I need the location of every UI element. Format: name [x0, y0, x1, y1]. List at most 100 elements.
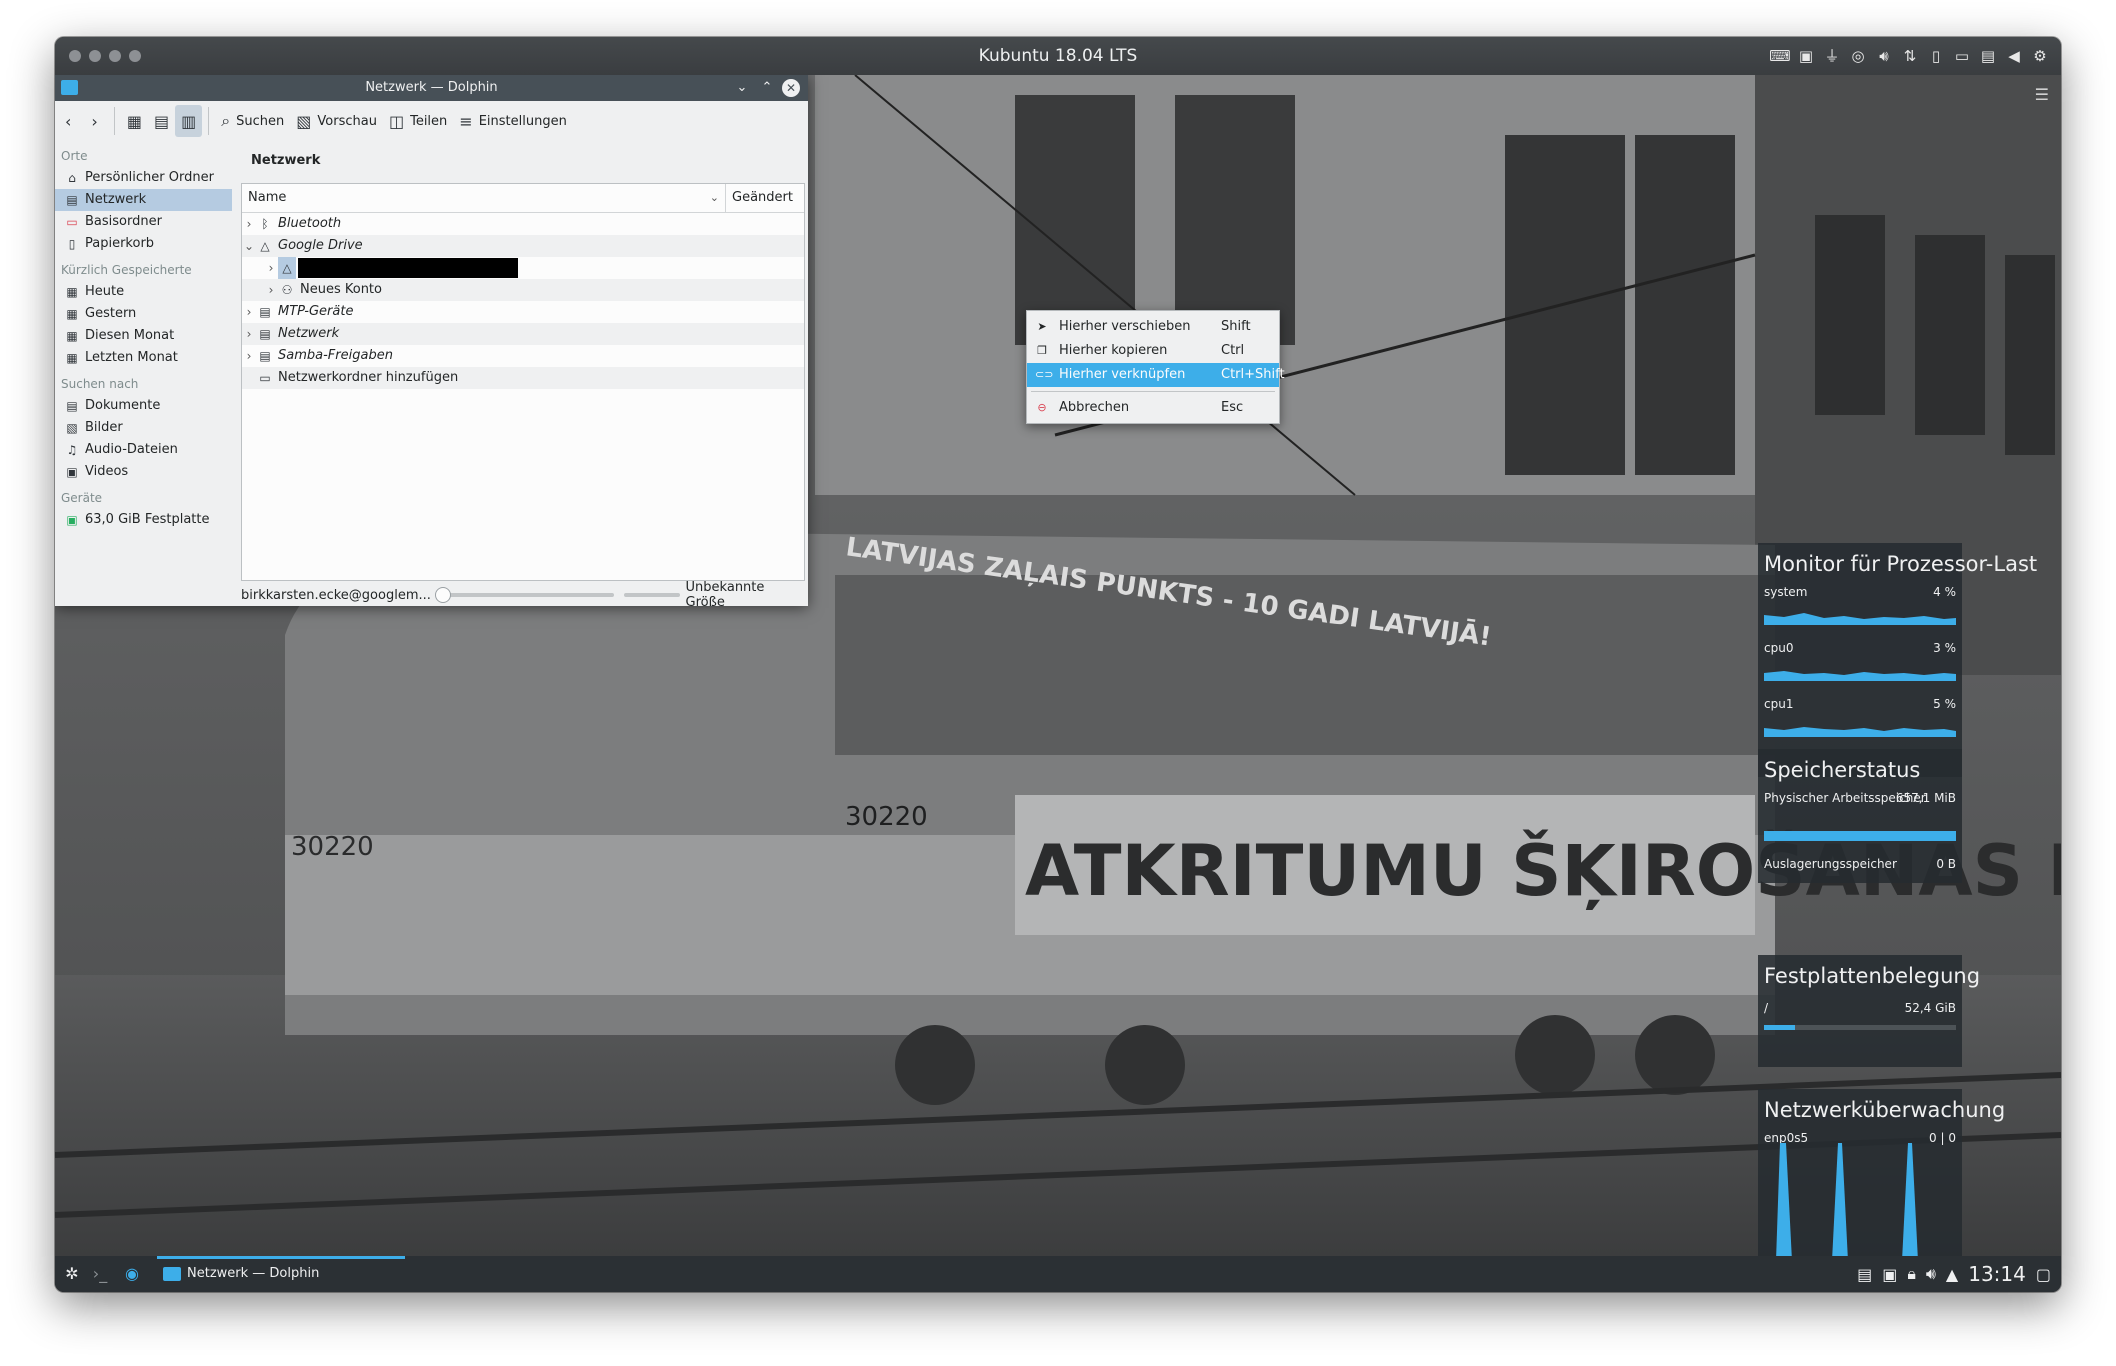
menu-item-cancel[interactable]: ⊖ Abbrechen Esc [1027, 396, 1279, 420]
collapse-icon[interactable]: ⌄ [242, 235, 256, 257]
arrow-icon[interactable]: ◀ [2003, 45, 2025, 67]
expand-icon[interactable]: › [264, 257, 278, 279]
places-item-this-month[interactable]: ▦ Diesen Monat [55, 325, 235, 347]
show-desktop-icon[interactable]: ▢ [2036, 1265, 2051, 1284]
list-item-add-folder[interactable]: ▭ Netzwerkordner hinzufügen [242, 367, 804, 389]
volume-icon[interactable]: 🔊︎ [1926, 1264, 1936, 1284]
list-item-network[interactable]: › ▤ Netzwerk [242, 323, 804, 345]
menu-item-link-here[interactable]: ⊂⊃ Hierher verknüpfen Ctrl+Shift [1027, 363, 1285, 387]
widget-title: Festplattenbelegung [1764, 964, 1981, 988]
places-item-audio[interactable]: ♫ Audio-Dateien [55, 439, 235, 461]
column-modified[interactable]: Geändert [726, 184, 804, 212]
places-item-trash[interactable]: ▯ Papierkorb [55, 233, 235, 255]
search-icon: ⌕ [221, 111, 231, 130]
expand-icon[interactable]: › [242, 213, 256, 235]
calendar-icon: ▦ [66, 351, 78, 365]
expand-icon[interactable]: › [242, 301, 256, 323]
expand-icon[interactable]: › [264, 279, 278, 301]
list-item-label: Netzwerk [278, 326, 340, 341]
camera-icon[interactable]: ▭ [1951, 45, 1973, 67]
clock[interactable]: 13:14 [1968, 1262, 2026, 1286]
cpu-row-system: system 4 % [1758, 585, 1962, 603]
cpu-load-widget[interactable]: Monitor für Prozessor-Last system 4 % cpu… [1758, 543, 2037, 777]
chevron-up-icon[interactable]: ⌃ [757, 78, 777, 98]
lock-icon[interactable]: 🔒︎ [1907, 1264, 1916, 1284]
details-view-button[interactable]: ▥ [175, 105, 203, 137]
expand-icon[interactable]: › [242, 323, 256, 345]
network-icon[interactable]: ⇅ [1899, 45, 1921, 67]
list-item-bluetooth[interactable]: › ᛒ Bluetooth [242, 213, 804, 235]
memory-row-value: 657,1 MiB [1895, 791, 1956, 805]
audio-icon[interactable]: 🔊︎ [1873, 45, 1895, 67]
menu-item-shortcut: Ctrl [1221, 343, 1245, 358]
browser-icon[interactable]: ◉ [121, 1263, 143, 1285]
list-item-samba[interactable]: › ▤ Samba-Freigaben [242, 345, 804, 367]
chevron-down-icon: ⌄ [709, 191, 719, 204]
network-monitor-widget[interactable]: Netzwerküberwachung enp0s5 0 | 0 [1758, 1089, 2005, 1256]
zoom-slider[interactable] [434, 587, 614, 603]
places-item-documents[interactable]: ▤ Dokumente [55, 395, 235, 417]
places-item-images[interactable]: ▧ Bilder [55, 417, 235, 439]
task-dolphin[interactable]: Netzwerk — Dolphin [157, 1256, 407, 1292]
video-icon: ▣ [66, 465, 78, 479]
icons-view-button[interactable]: ▦ [121, 105, 148, 137]
folder-icon[interactable]: ▤ [1977, 45, 1999, 67]
list-item-new-account[interactable]: › ⚇ Neues Konto [242, 279, 804, 301]
places-item-harddisk[interactable]: ▣ 63,0 GiB Festplatte [55, 509, 235, 531]
compact-view-button[interactable]: ▤ [148, 105, 175, 137]
menu-item-move-here[interactable]: ➤ Hierher verschieben Shift [1027, 315, 1279, 339]
column-name[interactable]: Name ⌄ [242, 184, 726, 212]
network-icon[interactable]: ▣ [1882, 1265, 1897, 1284]
zoom-slider-handle[interactable] [434, 587, 451, 603]
desktop-menu-icon[interactable]: ☰ [2035, 85, 2049, 104]
places-panel: Orte ⌂ Persönlicher Ordner ▤ Netzwerk ▭ Bas… [55, 141, 235, 606]
column-name-label: Name [248, 190, 287, 205]
places-item-videos[interactable]: ▣ Videos [55, 461, 235, 483]
memory-row-value: 0 B [1936, 857, 1956, 871]
gear-icon[interactable]: ⚙ [2029, 45, 2051, 67]
menu-item-shortcut: Esc [1221, 400, 1244, 415]
forward-button[interactable]: › [81, 105, 107, 137]
clipboard-icon[interactable]: ▤ [1857, 1265, 1872, 1284]
details-view[interactable]: Name ⌄ Geändert › ᛒ Bluetooth ⌄ △ Google Driv… [241, 183, 805, 581]
display-icon[interactable]: ▯ [1925, 45, 1947, 67]
places-item-last-month[interactable]: ▦ Letzten Monat [55, 347, 235, 369]
vm-titlebar: Kubuntu 18.04 LTS ⌨ ▣ ⏚ ◎ 🔊︎ ⇅ ▯ ▭ ▤ ◀ ⚙ [55, 37, 2061, 76]
chevron-down-icon[interactable]: ⌄ [732, 78, 752, 98]
settings-label: Einstellungen [478, 113, 567, 129]
settings-button[interactable]: ≡ Einstellungen [453, 105, 573, 137]
places-item-today[interactable]: ▦ Heute [55, 281, 235, 303]
places-item-home[interactable]: ⌂ Persönlicher Ordner [55, 167, 235, 189]
list-item-mtp[interactable]: › ▤ MTP-Geräte [242, 301, 804, 323]
keyboard-icon[interactable]: ⌨ [1769, 45, 1791, 67]
chip-icon[interactable]: ▣ [1795, 45, 1817, 67]
list-item-google-account[interactable]: › △ [242, 257, 804, 279]
places-item-yesterday[interactable]: ▦ Gestern [55, 303, 235, 325]
places-item-network[interactable]: ▤ Netzwerk [55, 189, 232, 211]
cpu-row-value: 4 % [1933, 585, 1956, 599]
expand-icon[interactable]: › [242, 345, 256, 367]
kde-launcher-icon[interactable]: ✲ [61, 1263, 83, 1285]
close-icon[interactable]: ✕ [782, 79, 800, 97]
cd-icon[interactable]: ◎ [1847, 45, 1869, 67]
list-item-google-drive[interactable]: ⌄ △ Google Drive [242, 235, 804, 257]
expand-tray-icon[interactable]: ▲ [1946, 1265, 1958, 1284]
icons-view-icon: ▦ [126, 111, 142, 131]
menu-item-copy-here[interactable]: ❐ Hierher kopieren Ctrl [1027, 339, 1279, 363]
usb-icon[interactable]: ⏚ [1821, 45, 1843, 67]
menu-item-label: Hierher verknüpfen [1059, 367, 1186, 382]
space-info-text: Unbekannte Größe [685, 580, 765, 610]
terminal-icon[interactable]: ›_ [89, 1263, 111, 1285]
disk-usage-widget[interactable]: Festplattenbelegung / 52,4 GiB [1758, 955, 1981, 1067]
desktop[interactable]: ATKRITUMU ŠĶIROŠANAS LAUKUMS LATVIJAS ZA… [55, 75, 2061, 1256]
list-item-label: Samba-Freigaben [278, 348, 393, 363]
split-button[interactable]: ◫ Teilen [383, 105, 453, 137]
dolphin-toolbar: ‹ › ▦ ▤ ▥ ⌕ Suchen ▧ Vorschau ◫ Teilen ≡ Ein… [55, 101, 808, 141]
back-button[interactable]: ‹ [55, 105, 81, 137]
search-button[interactable]: ⌕ Suchen [215, 105, 290, 137]
dolphin-titlebar[interactable]: Netzwerk — Dolphin ⌄ ⌃ ✕ [55, 75, 808, 101]
places-item-root[interactable]: ▭ Basisordner [55, 211, 235, 233]
preview-button[interactable]: ▧ Vorschau [290, 105, 383, 137]
cpu-graph-system [1764, 613, 1956, 625]
memory-status-widget[interactable]: Speicherstatus Physischer Arbeitsspeiche… [1758, 749, 1962, 883]
